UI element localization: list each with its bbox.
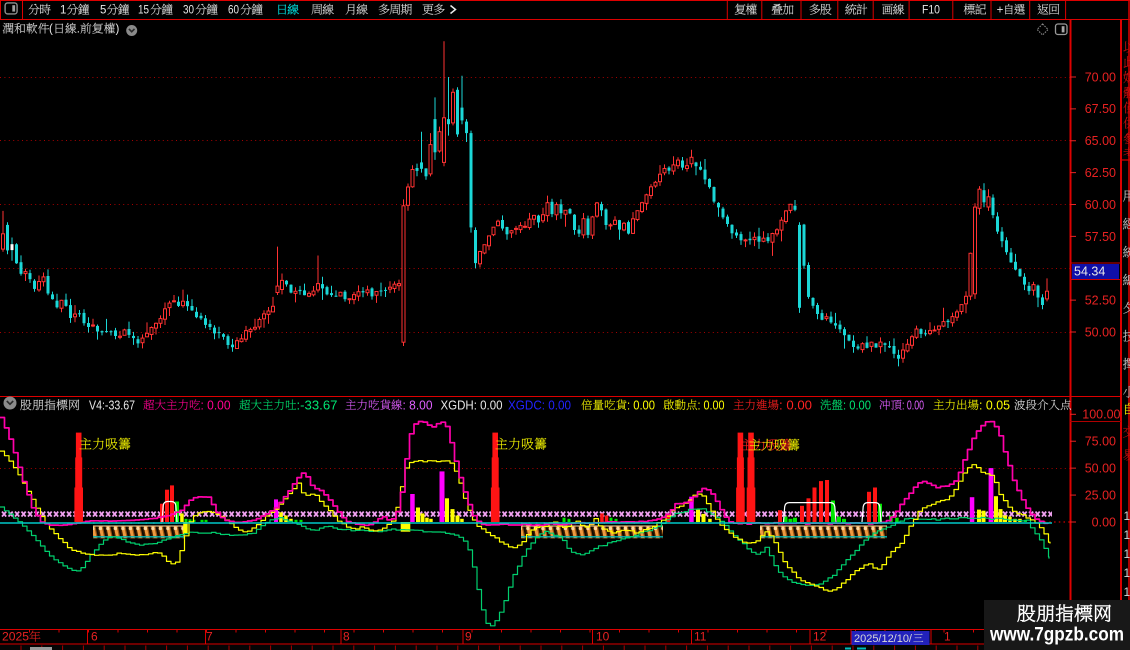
svg-text:www.7gpzb.com: www.7gpzb.com — [989, 623, 1124, 645]
svg-text:2025: 2025 — [2, 630, 29, 644]
svg-text:5: 5 — [100, 5, 106, 17]
svg-text:54.34: 54.34 — [1074, 265, 1105, 279]
svg-text:7: 7 — [206, 630, 213, 644]
svg-text:6: 6 — [91, 630, 98, 644]
svg-text:1: 1 — [1124, 547, 1130, 561]
svg-text:1: 1 — [60, 5, 66, 17]
svg-text:: 0.00: : 0.00 — [627, 398, 655, 413]
svg-text:1: 1 — [1124, 528, 1130, 542]
svg-text:60.00: 60.00 — [1085, 198, 1116, 212]
svg-text:52.50: 52.50 — [1085, 294, 1116, 308]
svg-text:: 0.00: : 0.00 — [902, 398, 924, 413]
svg-text:1: 1 — [1124, 566, 1130, 580]
svg-text:: 0.00: : 0.00 — [843, 398, 871, 413]
svg-text:: 0.00: : 0.00 — [201, 398, 231, 413]
svg-text:12: 12 — [813, 630, 827, 644]
svg-text:V4:-33.67: V4:-33.67 — [89, 398, 135, 413]
svg-text:62.50: 62.50 — [1085, 166, 1116, 180]
svg-text:10: 10 — [596, 630, 610, 644]
svg-text:11: 11 — [694, 630, 707, 644]
svg-text:50.00: 50.00 — [1085, 325, 1116, 339]
svg-text:15: 15 — [138, 5, 149, 17]
svg-text:XGDH: 0.00: XGDH: 0.00 — [441, 398, 503, 413]
svg-text:+: + — [997, 5, 1004, 17]
svg-text:9: 9 — [465, 630, 472, 644]
svg-text:: 0.05: : 0.05 — [979, 398, 1010, 413]
svg-text:60: 60 — [228, 5, 239, 17]
svg-text:: 0.00: : 0.00 — [698, 398, 725, 413]
svg-text:2025/12/10/: 2025/12/10/ — [854, 633, 913, 645]
svg-text:F10: F10 — [922, 5, 940, 17]
svg-text:: 0.00: : 0.00 — [779, 398, 812, 413]
svg-text:65.00: 65.00 — [1085, 134, 1116, 148]
svg-text:): ) — [116, 24, 120, 36]
svg-text:1: 1 — [1124, 585, 1130, 599]
svg-text:XGDC: 0.00: XGDC: 0.00 — [508, 398, 571, 413]
svg-text:1: 1 — [944, 630, 951, 644]
svg-text:30: 30 — [183, 5, 194, 17]
svg-text:0.00: 0.00 — [1092, 515, 1116, 529]
svg-text:.: . — [77, 24, 80, 36]
svg-text:: 8.00: : 8.00 — [403, 398, 433, 413]
svg-text:25.00: 25.00 — [1085, 488, 1116, 502]
svg-text:57.50: 57.50 — [1085, 230, 1116, 244]
svg-text:1: 1 — [1124, 509, 1130, 523]
svg-text:100.00: 100.00 — [1082, 408, 1120, 422]
svg-text:8: 8 — [343, 630, 350, 644]
svg-text:67.50: 67.50 — [1085, 102, 1116, 116]
svg-text:(: ( — [49, 24, 53, 36]
svg-text::-33.67: :-33.67 — [297, 398, 338, 413]
svg-text:70.00: 70.00 — [1085, 70, 1116, 84]
svg-text:75.00: 75.00 — [1085, 435, 1116, 449]
svg-text:50.00: 50.00 — [1085, 462, 1116, 476]
